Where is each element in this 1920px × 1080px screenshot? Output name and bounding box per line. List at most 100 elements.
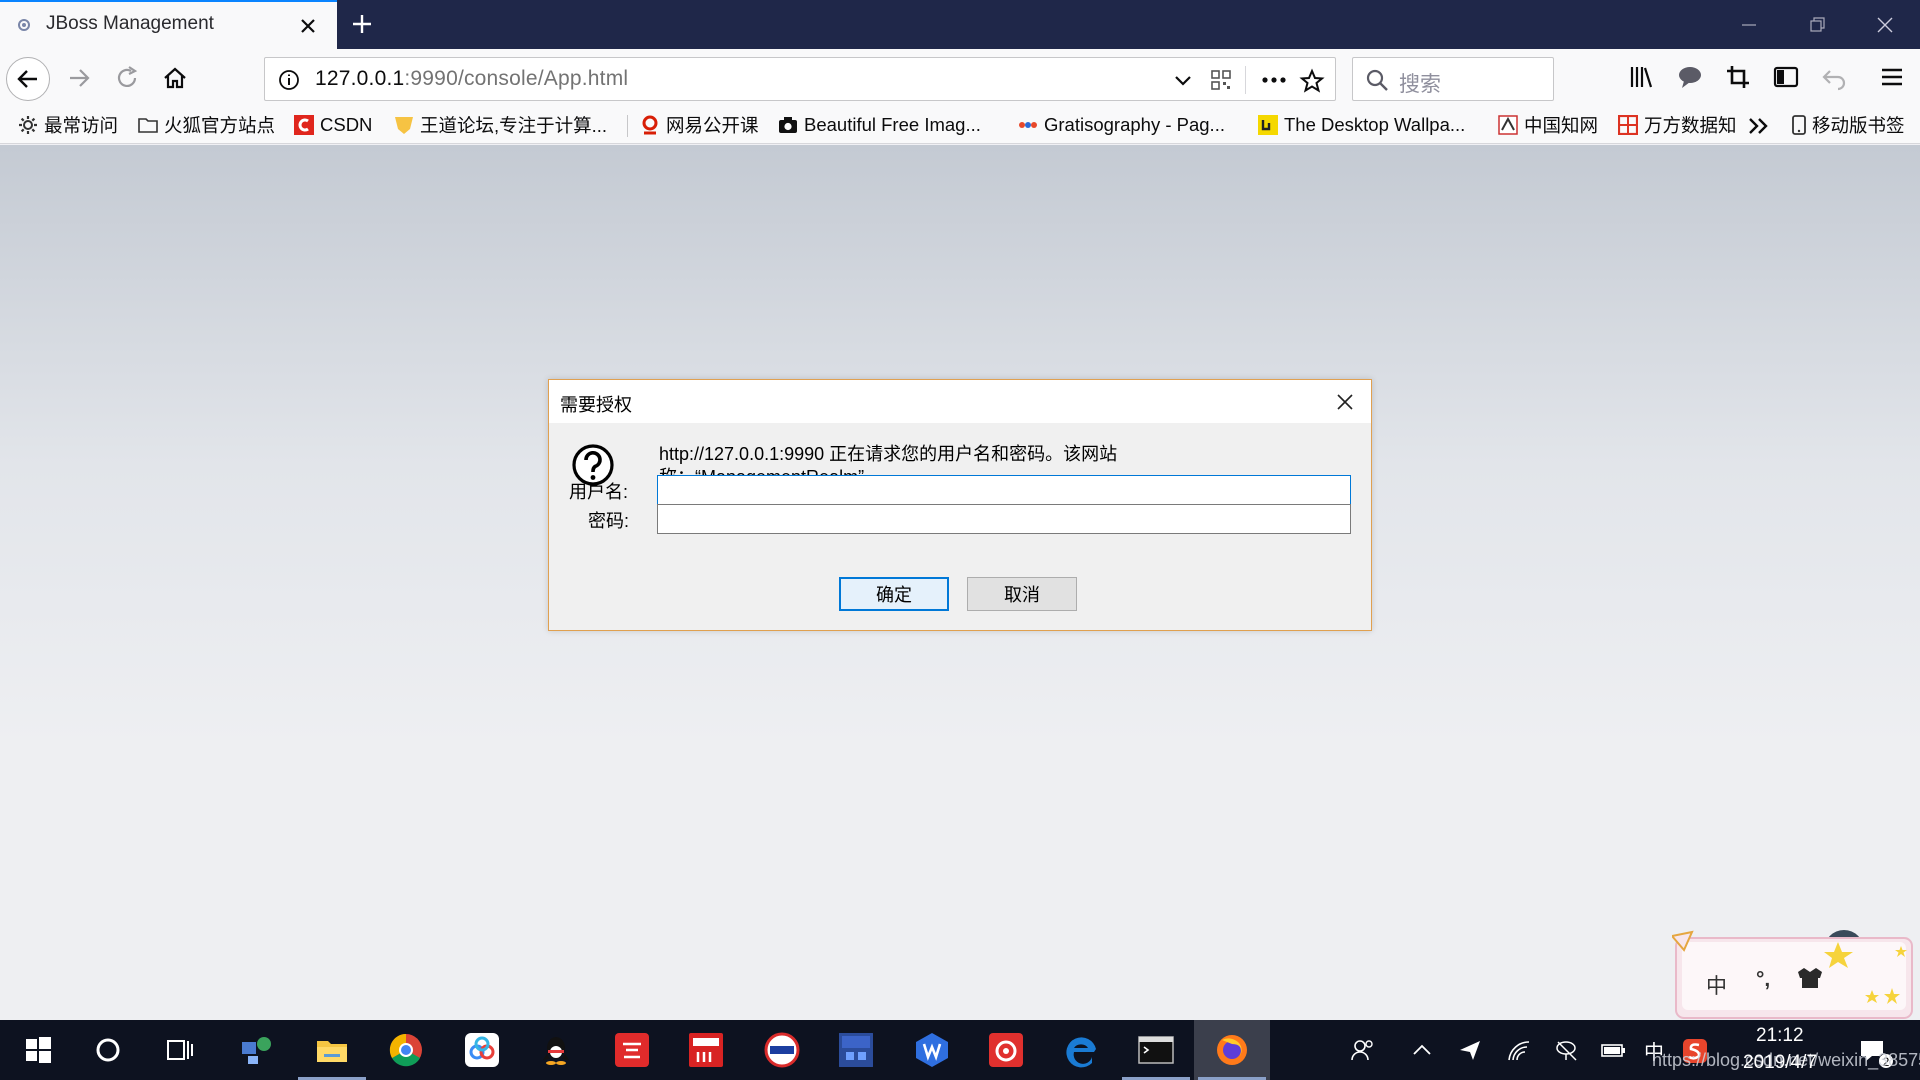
bookmark-most-visited[interactable]: 最常访问	[18, 110, 118, 140]
screenshot-crop-icon[interactable]	[1724, 63, 1752, 91]
search-icon	[1366, 69, 1388, 91]
close-window-button[interactable]	[1850, 0, 1920, 49]
undo-close-tab-icon[interactable]	[1820, 63, 1848, 91]
username-label: 用户名:	[569, 482, 629, 502]
bookmark-netease-open-course[interactable]: 网易公开课	[640, 110, 759, 140]
cnki-icon	[1498, 115, 1518, 135]
bookmark-desktop-wallpapers[interactable]: The Desktop Wallpa...	[1258, 110, 1465, 140]
windows-start-icon	[26, 1037, 51, 1063]
bookmark-cnki[interactable]: 中国知网	[1498, 110, 1598, 140]
clock-date[interactable]: 2019/4/7	[1743, 1052, 1817, 1074]
start-button[interactable]	[0, 1020, 76, 1080]
ime-floating-bar[interactable]: 中 °,	[1670, 928, 1916, 1022]
cortana-button[interactable]	[70, 1020, 146, 1080]
tab-close-icon[interactable]	[295, 13, 321, 39]
back-button[interactable]	[6, 57, 50, 101]
bookmark-gratisography[interactable]: Gratisography - Pag...	[1018, 110, 1225, 140]
bookmark-wanfang[interactable]: 万方数据知	[1618, 110, 1737, 140]
bookmark-label: 万方数据知	[1644, 115, 1737, 136]
network-app-icon	[242, 1037, 271, 1064]
gear-icon	[19, 116, 37, 134]
chat-bubble-icon[interactable]	[1676, 63, 1704, 91]
taskbar-devcpp[interactable]	[818, 1020, 894, 1080]
bookmark-csdn[interactable]: CSDN	[294, 110, 372, 140]
username-input[interactable]	[657, 475, 1351, 505]
network-disconnected-icon[interactable]	[1554, 1038, 1580, 1064]
taskbar-file-explorer[interactable]	[294, 1020, 370, 1080]
taskbar-youdao[interactable]	[594, 1020, 670, 1080]
taskbar-terminal[interactable]	[1118, 1020, 1194, 1080]
taskbar-netease-music[interactable]	[968, 1020, 1044, 1080]
task-view-button[interactable]	[142, 1020, 218, 1080]
bookmark-label: 移动版书签	[1812, 115, 1905, 136]
bookmark-beautiful-free-images[interactable]: Beautiful Free Imag...	[778, 110, 981, 140]
camera-icon	[779, 117, 797, 133]
dropdown-chevron-icon[interactable]	[1171, 68, 1195, 92]
taskbar-firefox[interactable]	[1194, 1020, 1270, 1080]
bookmark-label: The Desktop Wallpa...	[1284, 114, 1466, 135]
jboss-favicon-icon	[18, 19, 30, 31]
bookmark-wangdao[interactable]: 王道论坛,专注于计算...	[394, 110, 607, 140]
taskbar-network-app[interactable]	[218, 1020, 294, 1080]
dialog-title-bar: 需要授权	[549, 380, 1371, 423]
password-label: 密码:	[588, 511, 630, 531]
bookmarks-overflow-chevron-icon[interactable]	[1748, 116, 1770, 136]
bookmark-firefox-official[interactable]: 火狐官方站点	[138, 110, 275, 140]
bookmark-label: 中国知网	[1524, 115, 1599, 136]
navigation-toolbar: 127.0.0.1:9990/console/App.html 搜索	[0, 49, 1920, 108]
qq-icon	[543, 1037, 569, 1065]
home-button[interactable]	[154, 57, 198, 101]
cancel-button[interactable]: 取消	[967, 577, 1077, 611]
taskbar-edge[interactable]	[1044, 1020, 1120, 1080]
taskbar-wps[interactable]	[894, 1020, 970, 1080]
bookmark-mobile-bookmarks[interactable]: 移动版书签	[1792, 110, 1905, 140]
minimize-button[interactable]	[1714, 0, 1784, 49]
reload-button[interactable]	[106, 57, 150, 101]
tray-chevron-up-icon[interactable]	[1410, 1038, 1434, 1062]
tab-jboss-management[interactable]: JBoss Management	[0, 0, 337, 49]
netease-music-icon	[989, 1033, 1023, 1067]
ok-button[interactable]: 确定	[839, 577, 949, 611]
taskbar-chrome[interactable]	[368, 1020, 444, 1080]
bookmark-label: Beautiful Free Imag...	[804, 114, 981, 135]
taskbar-baidu-netdisk[interactable]	[444, 1020, 520, 1080]
site-info-icon[interactable]	[277, 68, 301, 92]
youdao-icon	[615, 1033, 649, 1067]
clock-time[interactable]: 21:12	[1756, 1025, 1804, 1047]
wanfang-icon	[1618, 115, 1638, 135]
url-text[interactable]: 127.0.0.1:9990/console/App.html	[315, 67, 628, 91]
forward-arrow-icon	[70, 69, 90, 87]
firefox-icon	[1217, 1035, 1247, 1065]
battery-icon[interactable]	[1600, 1038, 1628, 1062]
qr-code-icon[interactable]	[1209, 68, 1233, 92]
terminal-icon	[1138, 1036, 1174, 1064]
ime-punct-label: °,	[1756, 968, 1771, 991]
taskbar-qq[interactable]	[518, 1020, 594, 1080]
send-arrow-icon[interactable]	[1458, 1038, 1482, 1062]
sidebar-toggle-icon[interactable]	[1772, 63, 1800, 91]
restore-icon	[1810, 17, 1825, 32]
taskbar-med[interactable]	[668, 1020, 744, 1080]
password-input[interactable]	[657, 504, 1351, 534]
people-icon[interactable]	[1350, 1038, 1376, 1064]
bookmark-label: Gratisography - Pag...	[1044, 114, 1225, 135]
library-icon[interactable]	[1628, 63, 1656, 91]
dialog-close-icon[interactable]	[1333, 390, 1357, 414]
url-bar[interactable]: 127.0.0.1:9990/console/App.html	[264, 57, 1336, 101]
hamburger-menu-icon[interactable]	[1878, 63, 1906, 91]
app-circle-icon	[764, 1032, 800, 1068]
bookmark-label: 王道论坛,专注于计算...	[420, 115, 608, 136]
taskbar-circle-app[interactable]	[744, 1020, 820, 1080]
page-actions-icon[interactable]	[1259, 68, 1289, 92]
search-bar[interactable]: 搜索	[1352, 57, 1554, 101]
forward-button[interactable]	[58, 57, 102, 101]
new-tab-icon[interactable]	[346, 8, 378, 40]
restore-button[interactable]	[1782, 0, 1852, 49]
gratisography-icon	[1019, 122, 1037, 128]
wifi-icon[interactable]	[1506, 1038, 1532, 1062]
file-explorer-icon	[317, 1041, 347, 1062]
bookmark-star-icon[interactable]	[1299, 68, 1325, 94]
url-host: 127.0.0.1	[315, 67, 405, 90]
back-arrow-icon	[17, 70, 37, 88]
bookmark-label: CSDN	[320, 114, 373, 135]
